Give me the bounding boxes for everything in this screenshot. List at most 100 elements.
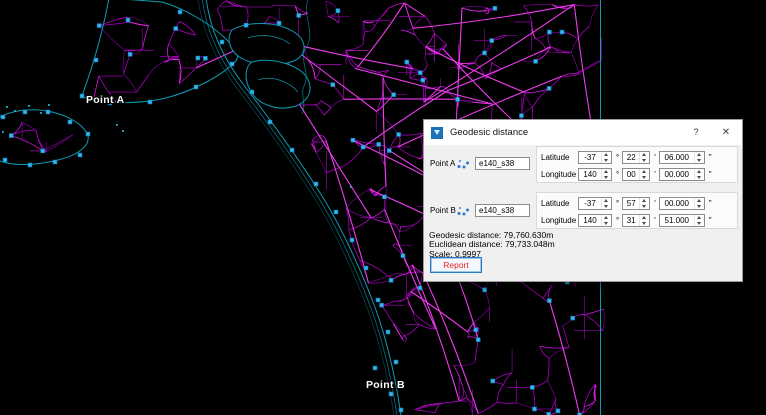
close-button[interactable]: ✕ <box>713 120 739 145</box>
map-point-marker[interactable] <box>387 149 391 153</box>
spin-down-icon[interactable] <box>695 174 704 180</box>
map-point-marker[interactable] <box>178 10 182 14</box>
map-point-marker[interactable] <box>547 87 551 91</box>
map-point-marker[interactable] <box>68 120 72 124</box>
help-button[interactable]: ? <box>683 120 709 145</box>
map-point-marker[interactable] <box>376 298 380 302</box>
spin-down-icon[interactable] <box>640 203 649 209</box>
point-a-name-field[interactable] <box>475 157 530 170</box>
map-point-marker[interactable] <box>334 210 338 214</box>
map-point-marker[interactable] <box>373 366 377 370</box>
map-point-marker[interactable] <box>377 143 381 147</box>
point-a-lat-min-spinbox[interactable]: 22 <box>622 151 650 164</box>
spin-down-icon[interactable] <box>602 174 611 180</box>
map-point-marker[interactable] <box>386 330 390 334</box>
map-point-marker[interactable] <box>418 71 422 75</box>
map-point-marker[interactable] <box>383 195 387 199</box>
map-point-marker[interactable] <box>534 60 538 64</box>
map-point-marker[interactable] <box>520 114 524 118</box>
map-point-marker[interactable] <box>491 379 495 383</box>
map-point-marker[interactable] <box>277 21 281 25</box>
map-point-marker[interactable] <box>174 27 178 31</box>
map-point-marker[interactable] <box>389 278 393 282</box>
point-b-lon-deg-spinbox[interactable]: 140 <box>578 214 612 227</box>
map-point-marker[interactable] <box>46 110 50 114</box>
point-b-lon-sec-spinbox[interactable]: 51.000 <box>659 214 705 227</box>
map-point-marker[interactable] <box>560 30 564 34</box>
map-point-marker[interactable] <box>126 18 130 22</box>
map-point-marker[interactable] <box>350 238 354 242</box>
map-point-marker[interactable] <box>548 30 552 34</box>
map-point-marker[interactable] <box>196 56 200 60</box>
map-point-marker[interactable] <box>244 23 248 27</box>
map-point-marker[interactable] <box>483 288 487 292</box>
point-a-lat-deg-spinbox[interactable]: -37 <box>578 151 612 164</box>
map-point-marker[interactable] <box>28 163 32 167</box>
point-b-lat-sec-spinbox[interactable]: 00.000 <box>659 197 705 210</box>
spin-down-icon[interactable] <box>695 220 704 226</box>
map-point-marker[interactable] <box>80 94 84 98</box>
map-point-marker[interactable] <box>493 6 497 10</box>
map-point-marker[interactable] <box>380 303 384 307</box>
map-point-marker[interactable] <box>351 138 355 142</box>
map-point-marker[interactable] <box>204 56 208 60</box>
spin-down-icon[interactable] <box>695 203 704 209</box>
map-point-marker[interactable] <box>456 97 460 101</box>
point-b-name-field[interactable] <box>475 204 530 217</box>
point-b-lat-deg-spinbox[interactable]: -37 <box>578 197 612 210</box>
spin-down-icon[interactable] <box>640 174 649 180</box>
map-point-marker[interactable] <box>548 299 552 303</box>
point-a-lat-sec-spinbox[interactable]: 06.000 <box>659 151 705 164</box>
map-point-marker[interactable] <box>389 392 393 396</box>
point-b-lon-min-spinbox[interactable]: 31 <box>622 214 650 227</box>
map-point-marker[interactable] <box>533 407 537 411</box>
map-point-marker[interactable] <box>361 145 365 149</box>
map-point-marker[interactable] <box>314 182 318 186</box>
map-point-marker[interactable] <box>297 14 301 18</box>
spin-down-icon[interactable] <box>695 157 704 163</box>
map-point-marker[interactable] <box>250 90 254 94</box>
map-point-marker[interactable] <box>268 120 272 124</box>
spin-down-icon[interactable] <box>640 220 649 226</box>
point-a-lon-deg-spinbox[interactable]: 140 <box>578 168 612 181</box>
map-point-marker[interactable] <box>220 40 224 44</box>
map-point-marker[interactable] <box>530 386 534 390</box>
map-point-marker[interactable] <box>86 132 90 136</box>
map-point-marker[interactable] <box>78 153 82 157</box>
map-point-marker[interactable] <box>421 78 425 82</box>
map-point-marker[interactable] <box>474 328 478 332</box>
point-a-lon-min-spinbox[interactable]: 00 <box>622 168 650 181</box>
spin-down-icon[interactable] <box>602 220 611 226</box>
map-point-marker[interactable] <box>476 338 480 342</box>
map-point-marker[interactable] <box>483 51 487 55</box>
map-point-marker[interactable] <box>401 254 405 258</box>
map-point-marker[interactable] <box>148 100 152 104</box>
report-button[interactable]: Report <box>430 257 482 273</box>
map-point-marker[interactable] <box>230 62 234 66</box>
map-point-marker[interactable] <box>290 148 294 152</box>
map-point-marker[interactable] <box>392 93 396 97</box>
map-point-marker[interactable] <box>364 266 368 270</box>
map-point-marker[interactable] <box>397 133 401 137</box>
point-a-lon-sec-spinbox[interactable]: 00.000 <box>659 168 705 181</box>
map-point-marker[interactable] <box>97 24 101 28</box>
map-point-marker[interactable] <box>194 85 198 89</box>
map-point-marker[interactable] <box>418 286 422 290</box>
map-point-marker[interactable] <box>556 409 560 413</box>
map-point-marker[interactable] <box>405 60 409 64</box>
map-point-marker[interactable] <box>571 316 575 320</box>
map-point-marker[interactable] <box>331 83 335 87</box>
map-point-marker[interactable] <box>1 115 5 119</box>
spin-down-icon[interactable] <box>640 157 649 163</box>
spin-down-icon[interactable] <box>602 203 611 209</box>
map-point-marker[interactable] <box>94 58 98 62</box>
spin-down-icon[interactable] <box>602 157 611 163</box>
map-point-marker[interactable] <box>41 149 45 153</box>
map-point-marker[interactable] <box>23 110 27 114</box>
map-point-marker[interactable] <box>53 160 57 164</box>
map-point-marker[interactable] <box>336 9 340 13</box>
map-point-marker[interactable] <box>394 360 398 364</box>
map-point-marker[interactable] <box>3 158 7 162</box>
dialog-title-bar[interactable]: Geodesic distance ? ✕ <box>424 120 742 145</box>
map-point-marker[interactable] <box>490 39 494 43</box>
